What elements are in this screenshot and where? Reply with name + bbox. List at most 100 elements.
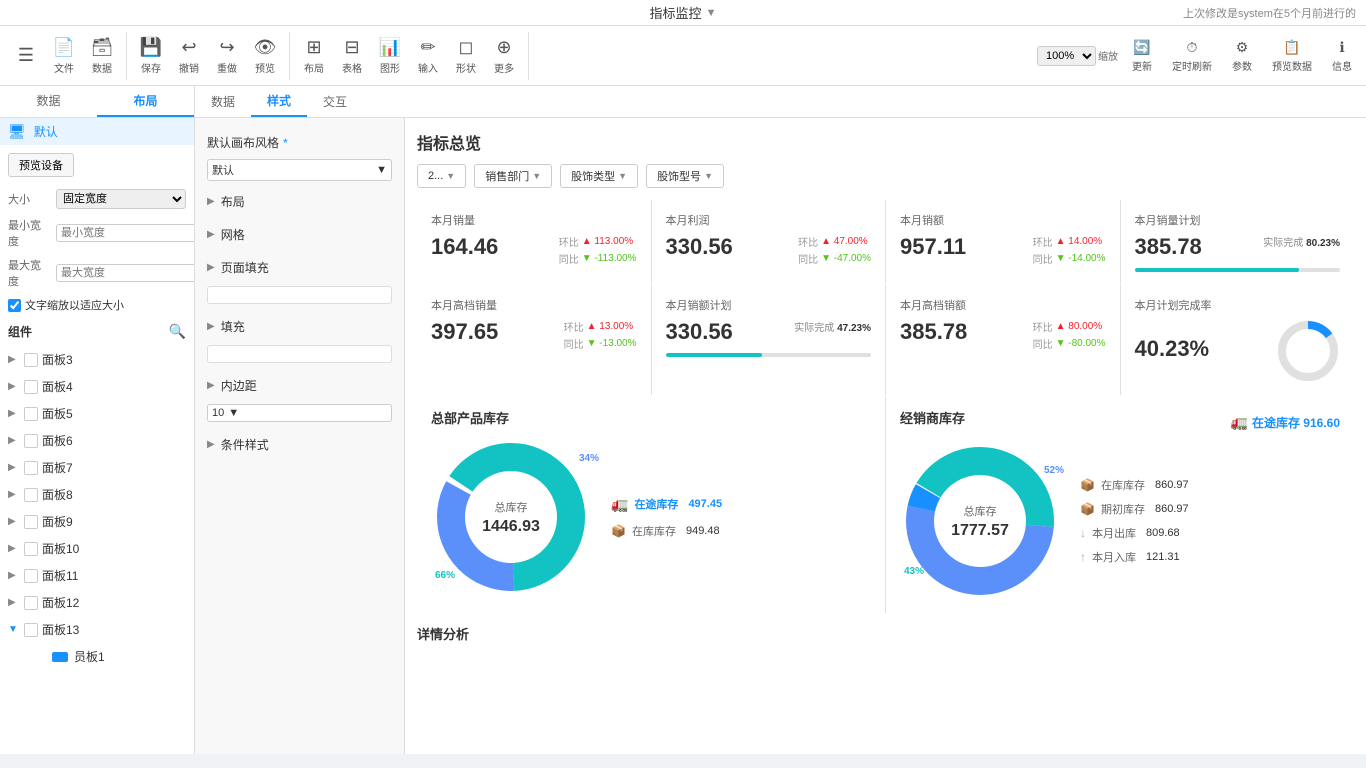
size-select[interactable]: 固定宽度 自适应 bbox=[56, 189, 186, 209]
component-checkbox-1[interactable] bbox=[24, 380, 38, 394]
component-item-2[interactable]: ▶ 面板5 bbox=[0, 400, 194, 427]
undo-button[interactable]: ↩ 撤销 bbox=[171, 33, 207, 79]
arrow-up-icon: ↑ bbox=[1080, 550, 1086, 564]
component-label-7: 面板10 bbox=[42, 540, 79, 557]
data-button[interactable]: 🗃 数据 bbox=[84, 33, 120, 79]
info-button[interactable]: ℹ 信息 bbox=[1326, 35, 1358, 77]
condition-style-header[interactable]: ▶ 条件样式 bbox=[195, 430, 404, 459]
page-padding-header[interactable]: ▶ 页面填充 bbox=[195, 253, 404, 282]
inner-padding-header[interactable]: ▶ 内边距 bbox=[195, 371, 404, 400]
middle-panel: 默认画布风格 * 默认 ▼ ▶ 布局 ▶ 网格 ▶ 页面填充 bbox=[195, 118, 405, 754]
max-width-input[interactable] bbox=[56, 264, 195, 282]
grid-section-header[interactable]: ▶ 网格 bbox=[195, 220, 404, 249]
text-scale-checkbox[interactable] bbox=[8, 299, 21, 312]
component-label-1: 面板4 bbox=[42, 378, 73, 395]
fill-input[interactable] bbox=[207, 345, 392, 363]
layout-button[interactable]: ⊞ 布局 bbox=[296, 33, 332, 79]
kpi-change-down-0: 同比 ▼ -113.00% bbox=[559, 251, 637, 266]
shape-button[interactable]: ◻ 形状 bbox=[448, 33, 484, 79]
component-item-0[interactable]: ▶ 面板3 bbox=[0, 346, 194, 373]
component-item-9[interactable]: ▶ 面板12 bbox=[0, 589, 194, 616]
chevron-right-icon: ▶ bbox=[207, 439, 215, 450]
table-button[interactable]: ⊟ 表格 bbox=[334, 33, 370, 79]
component-item-3[interactable]: ▶ 面板6 bbox=[0, 427, 194, 454]
tab-layout[interactable]: 布局 bbox=[97, 86, 194, 117]
min-width-input[interactable] bbox=[56, 224, 195, 242]
preview-icon: 👁 bbox=[254, 37, 277, 58]
component-checkbox-2[interactable] bbox=[24, 407, 38, 421]
inner-padding-select[interactable]: 10 ▼ bbox=[207, 404, 392, 422]
info-label: 信息 bbox=[1332, 58, 1352, 73]
style-tab-style[interactable]: 样式 bbox=[251, 86, 307, 117]
box-icon-2: 📦 bbox=[1080, 478, 1095, 492]
style-tab-data[interactable]: 数据 bbox=[195, 86, 251, 117]
svg-text:1777.57: 1777.57 bbox=[951, 522, 1009, 539]
preview-data-button[interactable]: 📋 预览数据 bbox=[1266, 35, 1318, 77]
style-tab-interact[interactable]: 交互 bbox=[307, 86, 363, 117]
search-icon[interactable]: 🔍 bbox=[169, 323, 186, 340]
component-label-8: 面板11 bbox=[42, 567, 78, 584]
kpi-label-6: 本月高档销额 bbox=[900, 297, 1106, 313]
kpi-label-5: 本月销额计划 bbox=[666, 297, 872, 313]
kpi-changes-6: 环比 ▲ 80.00% 同比 ▼ -80.00% bbox=[1033, 319, 1106, 351]
component-checkbox-7[interactable] bbox=[24, 542, 38, 556]
save-button[interactable]: 💾 保存 bbox=[133, 33, 169, 79]
filter-btn-2[interactable]: 股饰类型 ▼ bbox=[560, 164, 638, 188]
component-item-1[interactable]: ▶ 面板4 bbox=[0, 373, 194, 400]
style-dropdown[interactable]: 默认 ▼ bbox=[207, 159, 392, 181]
preview-device-button[interactable]: 预览设备 bbox=[8, 153, 74, 177]
component-checkbox-4[interactable] bbox=[24, 461, 38, 475]
component-item-6[interactable]: ▶ 面板9 bbox=[0, 508, 194, 535]
component-item-7[interactable]: ▶ 面板10 bbox=[0, 535, 194, 562]
input-button[interactable]: ✏ 输入 bbox=[410, 33, 446, 79]
layout-section-label: 布局 bbox=[221, 193, 245, 210]
chart-button[interactable]: 📊 图形 bbox=[372, 33, 408, 79]
min-width-label: 最小宽度 bbox=[8, 217, 48, 249]
component-checkbox-6[interactable] bbox=[24, 515, 38, 529]
component-checkbox-5[interactable] bbox=[24, 488, 38, 502]
kpi-label-7: 本月计划完成率 bbox=[1135, 297, 1341, 313]
filter-btn-0[interactable]: 2... ▼ bbox=[417, 164, 466, 188]
size-label: 大小 bbox=[8, 191, 48, 207]
page-padding-input[interactable] bbox=[207, 286, 392, 304]
component-label-10: 面板13 bbox=[42, 621, 79, 638]
undo-label: 撤销 bbox=[179, 60, 199, 75]
fill-section-header[interactable]: ▶ 填充 bbox=[195, 312, 404, 341]
kpi-card-monthly-revenue-plan: 本月销额计划 330.56 实际完成 47.23% bbox=[652, 285, 886, 395]
component-checkbox-8[interactable] bbox=[24, 569, 38, 583]
chevron-down-icon[interactable]: ▼ bbox=[706, 7, 717, 19]
filter-btn-3[interactable]: 股饰型号 ▼ bbox=[646, 164, 724, 188]
inner-padding-value: 10 bbox=[212, 407, 224, 419]
zoom-select[interactable]: 100% 75% 50% 150% bbox=[1037, 46, 1096, 66]
filter-btn-1[interactable]: 销售部门 ▼ bbox=[474, 164, 552, 188]
timer-button[interactable]: ⏱ 定时刷新 bbox=[1166, 35, 1218, 77]
more-button[interactable]: ⊕ 更多 bbox=[486, 33, 522, 79]
preview-label: 预览 bbox=[255, 60, 275, 75]
component-item-5[interactable]: ▶ 面板8 bbox=[0, 481, 194, 508]
kpi-change-up-2: 环比 ▲ 14.00% bbox=[1033, 234, 1106, 249]
layout-section-header[interactable]: ▶ 布局 bbox=[195, 187, 404, 216]
component-checkbox-0[interactable] bbox=[24, 353, 38, 367]
component-item-8[interactable]: ▶ 面板11 bbox=[0, 562, 194, 589]
component-checkbox-9[interactable] bbox=[24, 596, 38, 610]
update-button[interactable]: 🔄 更新 bbox=[1126, 35, 1158, 77]
component-checkbox-10[interactable] bbox=[24, 623, 38, 637]
component-item-4[interactable]: ▶ 面板7 bbox=[0, 454, 194, 481]
tab-data[interactable]: 数据 bbox=[0, 86, 97, 117]
chart-title-2: 经销商库存 bbox=[900, 408, 965, 427]
redo-button[interactable]: ↪ 重做 bbox=[209, 33, 245, 79]
preview-button[interactable]: 👁 预览 bbox=[247, 33, 283, 79]
menu-button[interactable]: ☰ bbox=[8, 41, 44, 70]
component-item-10[interactable]: ▼ 面板13 bbox=[0, 616, 194, 643]
default-item[interactable]: 🖥 默认 bbox=[0, 118, 194, 145]
chevron-icon-5: ▶ bbox=[8, 489, 20, 500]
fill-label: 填充 bbox=[221, 318, 245, 335]
component-item-11[interactable]: 员板1 bbox=[28, 643, 194, 670]
file-button[interactable]: 📄 文件 bbox=[46, 33, 82, 79]
page-padding-section: ▶ 页面填充 bbox=[195, 253, 404, 308]
component-checkbox-3[interactable] bbox=[24, 434, 38, 448]
sep1 bbox=[126, 32, 127, 80]
kpi-value-2: 957.11 bbox=[900, 234, 966, 260]
chevron-icon-6: ▶ bbox=[8, 516, 20, 527]
params-button[interactable]: ⚙ 参数 bbox=[1226, 35, 1258, 77]
